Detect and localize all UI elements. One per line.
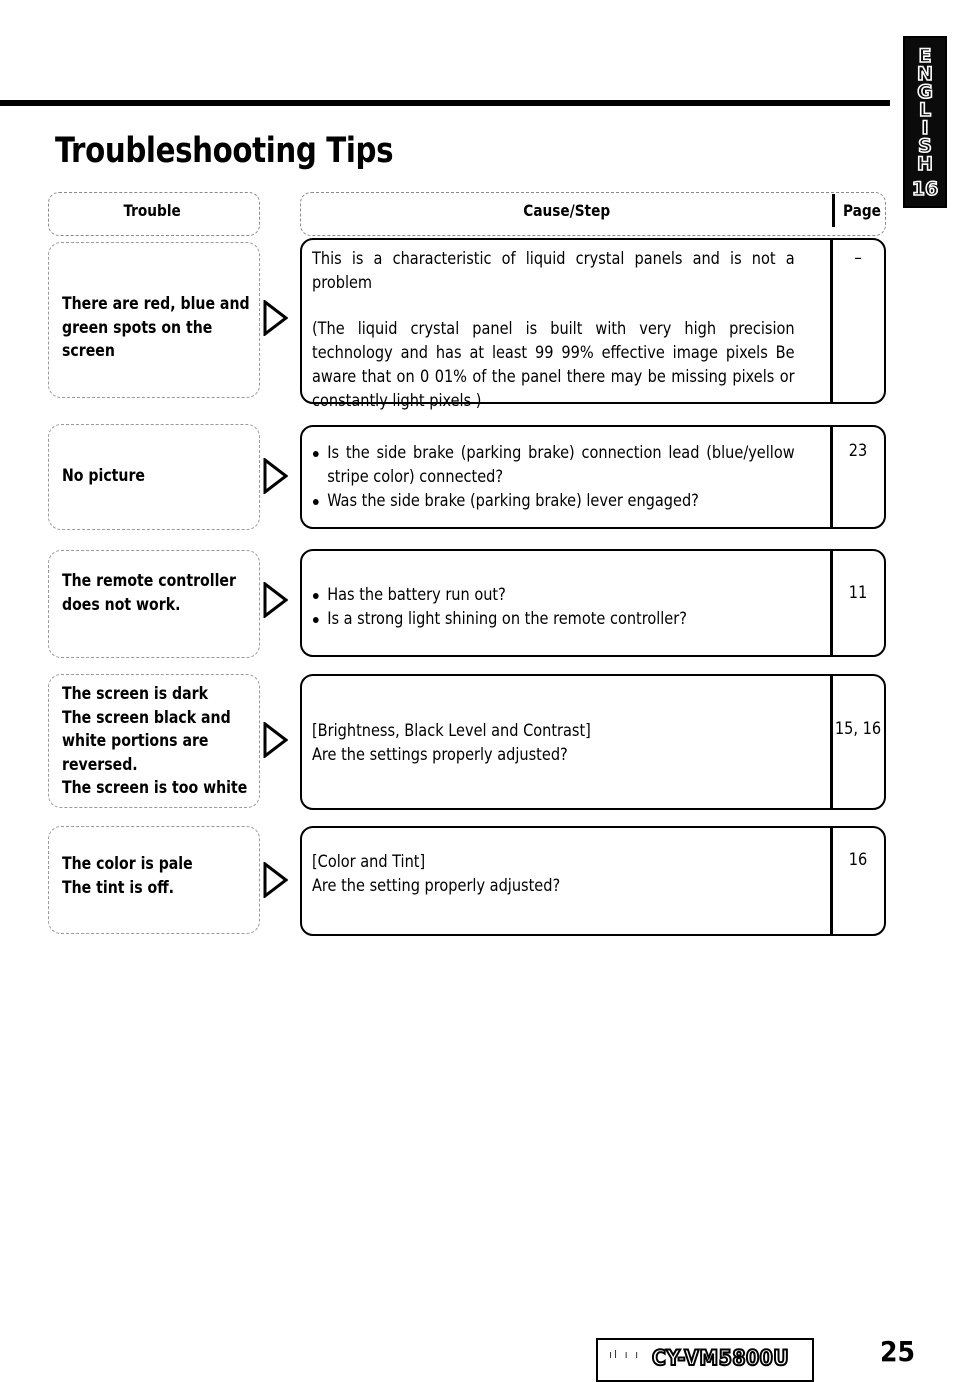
- cause-paragraph: Are the setting properly adjusted?: [312, 876, 561, 896]
- cause-paragraph: [Brightness, Black Level and Contrast]: [312, 721, 591, 741]
- page-column-divider: [830, 676, 833, 808]
- column-header-page: Page: [842, 201, 881, 220]
- cause-bullet: Is the side brake (parking brake) connec…: [312, 441, 795, 489]
- cause-paragraph: Are the settings properly adjusted?: [312, 745, 568, 765]
- trouble-text: There are red, blue and green spots on t…: [62, 294, 250, 360]
- trouble-text: The color is pale The tint is off.: [62, 854, 193, 897]
- arrow-right-icon: [263, 862, 288, 898]
- troubleshooting-table: Trouble Cause/Step Page There are red, b…: [0, 0, 954, 1377]
- cause-paragraph: [Color and Tint]: [312, 852, 426, 872]
- arrow-right-icon: [263, 300, 288, 336]
- model-box-marks: ıl ı ı: [609, 1348, 641, 1361]
- page-column-divider: [830, 828, 833, 934]
- arrow-right-icon: [263, 582, 288, 618]
- arrow-right-icon: [263, 722, 288, 758]
- page-folio: 25: [880, 1335, 916, 1368]
- page-value: –: [854, 248, 862, 268]
- arrow-right-icon: [263, 458, 288, 494]
- cause-paragraph: This is a characteristic of liquid cryst…: [312, 249, 795, 293]
- column-header-cause: Cause/Step: [523, 201, 611, 220]
- cause-bullet: Was the side brake (parking brake) lever…: [312, 489, 795, 513]
- page-column-divider: [830, 551, 833, 655]
- cause-bullet-list: Is the side brake (parking brake) connec…: [312, 441, 795, 513]
- cause-text: This is a characteristic of liquid cryst…: [312, 247, 795, 413]
- page-value: 11: [848, 583, 868, 603]
- header-page-divider: [832, 194, 835, 227]
- cause-bullet: Is a strong light shining on the remote …: [312, 607, 795, 631]
- column-header-trouble: Trouble: [123, 201, 181, 220]
- cause-bullet: Has the battery run out?: [312, 583, 795, 607]
- trouble-text: The remote controller does not work.: [62, 571, 236, 614]
- cause-bullet-list: Has the battery run out? Is a strong lig…: [312, 583, 795, 631]
- cause-text: [Color and Tint] Are the setting properl…: [312, 850, 795, 898]
- page-value: 16: [848, 850, 868, 870]
- trouble-text: The screen is dark The screen black and …: [62, 684, 248, 797]
- model-number: CY-VM5800U: [651, 1345, 790, 1371]
- page-value: 15, 16: [834, 719, 882, 739]
- trouble-text: No picture: [62, 466, 145, 485]
- cause-paragraph: (The liquid crystal panel is built with …: [312, 319, 795, 411]
- cause-text: [Brightness, Black Level and Contrast] A…: [312, 719, 795, 767]
- page-value: 23: [848, 441, 868, 461]
